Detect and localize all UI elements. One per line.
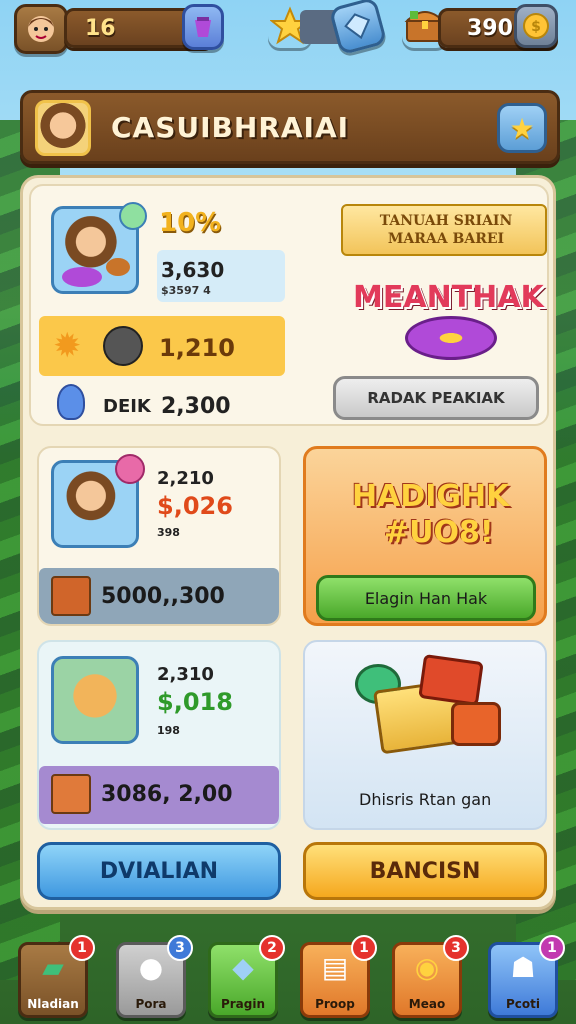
coin-value: 390	[467, 16, 513, 41]
star-icon: ★	[509, 111, 535, 145]
offer-ribbon: TANUAH SRIAIN MARAA BAREI	[341, 204, 547, 256]
offer-action-button[interactable]: RADAK PEAKIAK	[333, 376, 539, 420]
pack-2-price: $,018	[157, 688, 233, 716]
promo-headline: HADIGHK	[352, 479, 510, 514]
level-value: 16	[85, 16, 116, 41]
treasure-caption: Dhisris Rtan gan	[359, 790, 492, 809]
top-status-bar: 16 390 $	[0, 0, 576, 56]
right-action-button[interactable]: BANCISN	[303, 842, 547, 900]
gem-drop-icon	[57, 384, 85, 420]
sun-gem-icon: ✹	[53, 326, 82, 366]
nav-label: Pcoti	[505, 997, 540, 1011]
promo-card[interactable]: HADIGHK #UO8! Elagin Han Hak	[303, 446, 547, 626]
pack-1-value: 2,210	[157, 468, 214, 489]
pack-2-amount: 3086, 2,00	[101, 782, 233, 807]
nav-item-nladian[interactable]: ▰ Nladian 1	[18, 935, 95, 1018]
svg-text:$: $	[531, 19, 541, 35]
pack-1-amount: 5000,,300	[101, 584, 225, 609]
nav-item-meao[interactable]: ◉ Meao 3	[392, 935, 469, 1018]
notification-badge: 1	[69, 935, 95, 961]
offer-card[interactable]: 10% 3,630 $3597 4 ✹ 1,210 DEIK 2,300 TAN…	[29, 184, 549, 426]
pack-1-small: 398	[157, 526, 180, 539]
favorite-star-button[interactable]: ★	[497, 103, 547, 153]
notification-badge: 3	[167, 935, 193, 961]
potion-icon[interactable]	[182, 4, 224, 50]
offer-percent: 10%	[159, 208, 222, 238]
character-icon[interactable]	[14, 4, 68, 54]
coin-icon[interactable]: $	[514, 4, 558, 48]
pack-2-small: 198	[157, 724, 180, 737]
pack-2-value: 2,310	[157, 664, 214, 685]
left-action-label: DVIALIAN	[99, 858, 219, 884]
nav-item-proop[interactable]: ▤ Proop 1	[300, 935, 377, 1018]
notification-badge: 3	[443, 935, 469, 961]
gift-box-icon	[51, 774, 91, 814]
nav-label: Pragin	[220, 997, 266, 1011]
sparkle-icon	[119, 202, 147, 230]
notification-badge: 1	[351, 935, 377, 961]
offer-amount-sub: $3597 4	[161, 284, 211, 297]
title-banner: CASUIBHRAIAI ★	[20, 90, 560, 164]
pack-1-price: $,026	[157, 492, 233, 520]
treasure-card[interactable]: Dhisris Rtan gan	[303, 640, 547, 830]
notification-badge: 2	[259, 935, 285, 961]
offer-amount-main: 3,630	[161, 258, 225, 282]
right-action-label: BANCISN	[369, 858, 481, 884]
pack-card-2[interactable]: 2,310 $,018 198 3086, 2,00	[37, 640, 281, 830]
gem-icon[interactable]	[328, 0, 388, 56]
reward-amount: 1,210	[159, 334, 235, 362]
promo-subline: #UO8!	[384, 515, 494, 550]
red-tag-icon	[451, 702, 501, 746]
nav-label: Pora	[135, 997, 167, 1011]
red-ticket-icon	[418, 654, 484, 706]
pack-2-portrait	[51, 656, 139, 744]
ribbon-text: TANUAH SRIAIN MARAA BAREI	[379, 213, 513, 247]
gift-box-icon	[51, 576, 91, 616]
promo-button[interactable]: Elagin Han Hak	[316, 575, 536, 621]
purple-cushion-icon	[405, 316, 497, 360]
nav-label: Proop	[315, 997, 355, 1011]
bottom-amount: 2,300	[161, 394, 231, 419]
player-avatar[interactable]	[35, 100, 91, 156]
candy-icon	[115, 454, 145, 484]
nav-label: Nladian	[27, 997, 79, 1011]
nav-item-pcoti[interactable]: ☗ Pcoti 1	[488, 935, 565, 1018]
nav-item-pragin[interactable]: ◆ Pragin 2	[208, 935, 285, 1018]
notification-badge: 1	[539, 935, 565, 961]
bottom-label: DEIK	[103, 396, 151, 417]
nav-label: Meao	[408, 997, 446, 1011]
creature-icon	[103, 326, 143, 366]
shop-panel: 10% 3,630 $3597 4 ✹ 1,210 DEIK 2,300 TAN…	[20, 175, 556, 910]
page-title: CASUIBHRAIAI	[111, 111, 350, 144]
promo-button-label: Elagin Han Hak	[364, 588, 488, 608]
offer-headline: MEANTHAK	[353, 280, 544, 315]
left-action-button[interactable]: DVIALIAN	[37, 842, 281, 900]
pack-card-1[interactable]: 2,210 $,026 398 5000,,300	[37, 446, 281, 626]
nav-item-pora[interactable]: ● Pora 3	[116, 935, 193, 1018]
offer-action-label: RADAK PEAKIAK	[367, 389, 505, 407]
